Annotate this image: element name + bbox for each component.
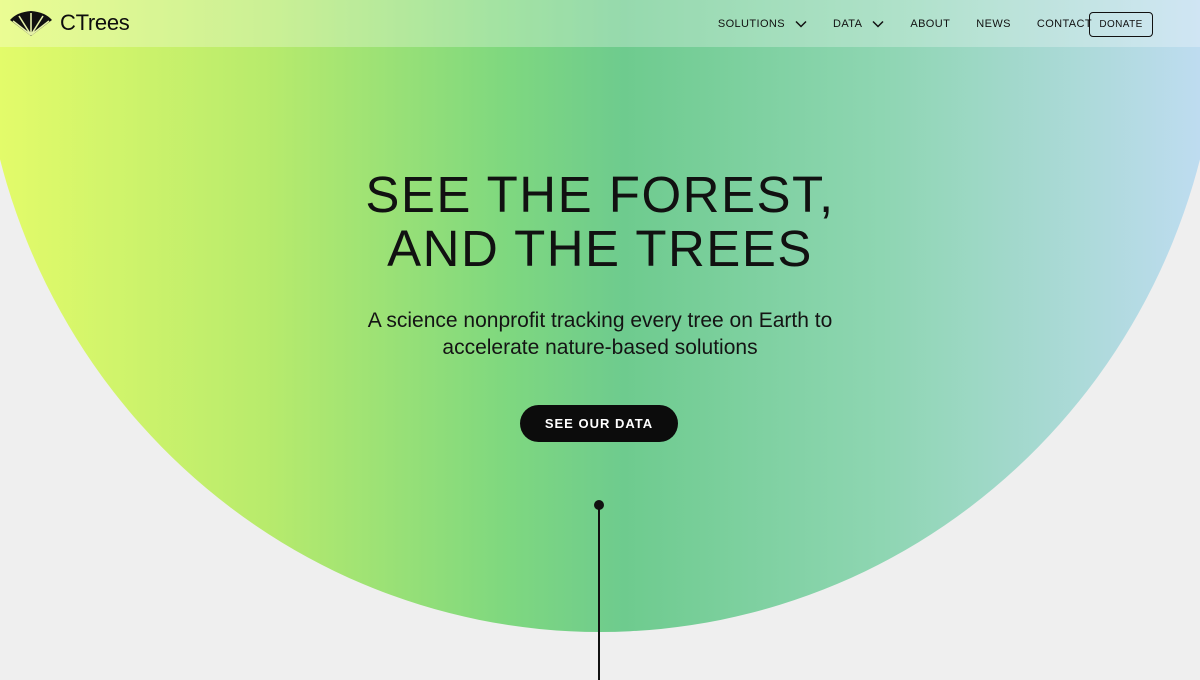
hero-title: SEE THE FOREST, AND THE TREES (0, 168, 1200, 276)
chevron-down-icon (795, 20, 807, 28)
chevron-down-icon (872, 20, 884, 28)
nav-item-contact[interactable]: CONTACT (1037, 18, 1092, 30)
nav-item-label: SOLUTIONS (717, 17, 786, 30)
page: CTrees SOLUTIONS DATA ABOUT NEWS CONTACT… (0, 0, 1200, 680)
see-our-data-button[interactable]: SEE OUR DATA (520, 405, 678, 442)
logo-link[interactable]: CTrees (8, 8, 130, 38)
site-header: CTrees SOLUTIONS DATA ABOUT NEWS CONTACT… (0, 0, 1200, 47)
hero-title-line: SEE THE FOREST, (365, 166, 835, 223)
main-nav: SOLUTIONS DATA ABOUT NEWS CONTACT (692, 0, 1092, 47)
nav-item-label: ABOUT (910, 17, 951, 30)
nav-item-news[interactable]: NEWS (976, 18, 1011, 30)
hero-title-line: AND THE TREES (387, 220, 813, 277)
nav-item-label: CONTACT (1036, 17, 1092, 30)
brand-name: CTrees (60, 10, 130, 35)
hero-subtitle: A science nonprofit tracking every tree … (0, 307, 1200, 361)
scroll-indicator-dot (594, 500, 604, 510)
hero-subtitle-line: accelerate nature-based solutions (442, 336, 758, 359)
leaf-fan-logo-icon (10, 11, 52, 36)
scroll-indicator-line (598, 505, 600, 680)
nav-item-solutions[interactable]: SOLUTIONS (718, 18, 807, 30)
nav-item-about[interactable]: ABOUT (910, 18, 950, 30)
nav-item-label: DATA (833, 17, 863, 30)
donate-button[interactable]: DONATE (1089, 12, 1153, 37)
hero-subtitle-line: A science nonprofit tracking every tree … (367, 309, 833, 332)
nav-item-data[interactable]: DATA (833, 18, 884, 30)
nav-item-label: NEWS (976, 17, 1011, 30)
